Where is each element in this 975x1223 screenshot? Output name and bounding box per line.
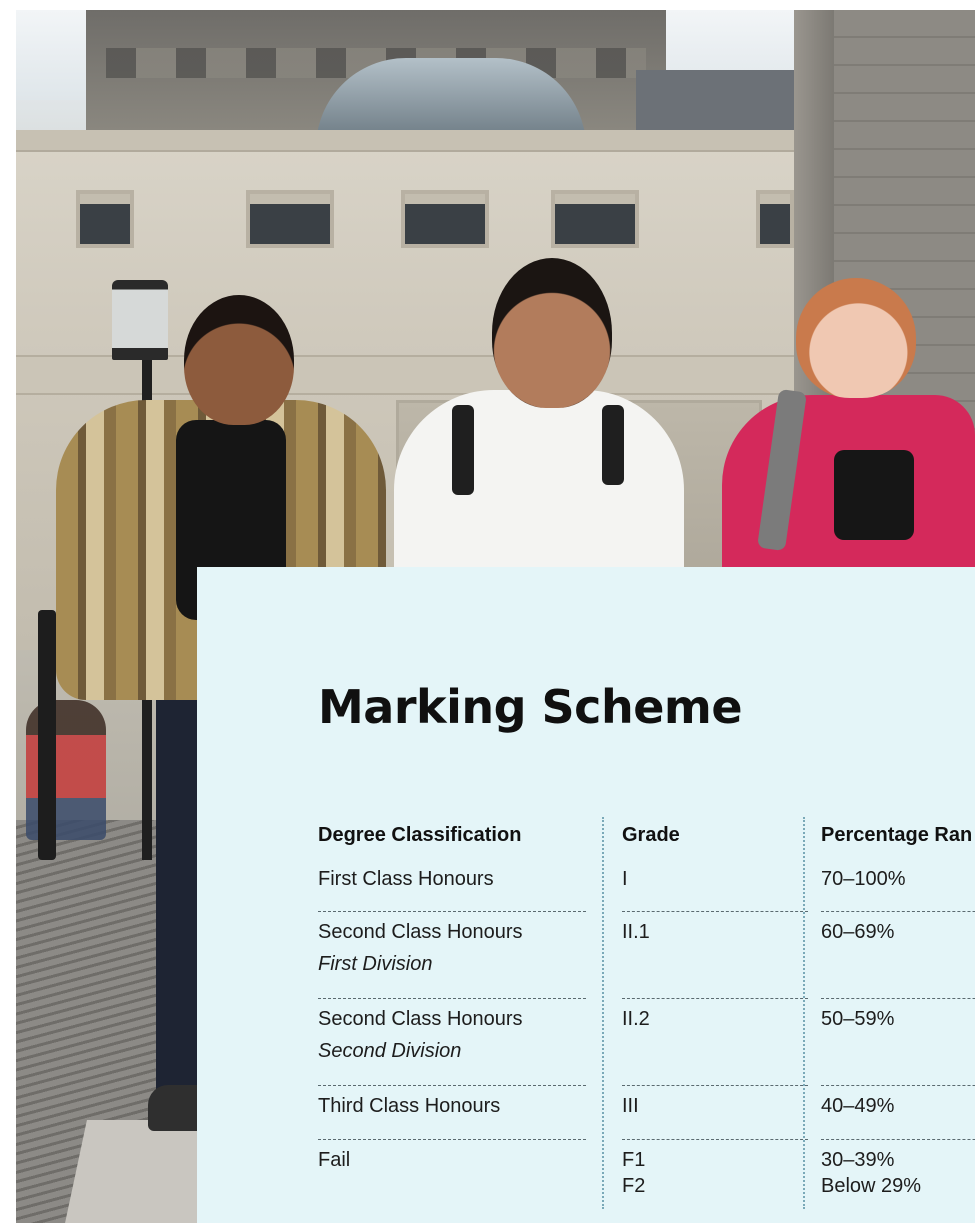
card-title: Marking Scheme bbox=[318, 680, 743, 734]
percentage-column: Percentage Ran 70–100% 60–69% 50–59% 40–… bbox=[803, 817, 975, 1209]
lamp-head bbox=[112, 280, 168, 360]
classification-header: Degree Classification bbox=[318, 824, 522, 846]
marking-scheme-card: Marking Scheme Degree Classification Fir… bbox=[197, 567, 975, 1223]
page: Marking Scheme Degree Classification Fir… bbox=[0, 0, 975, 1223]
table-cell: Third Class Honours bbox=[318, 1086, 586, 1140]
grade-column: Grade I II.1 II.2 III F1 F2 bbox=[602, 817, 808, 1209]
grade-header: Grade bbox=[622, 824, 680, 846]
table-cell: Second Class Honours First Division bbox=[318, 912, 586, 999]
student-1-head bbox=[184, 295, 294, 425]
table-cell: II.2 bbox=[622, 999, 808, 1086]
table-cell: 30–39% Below 29% bbox=[821, 1149, 922, 1197]
table-cell: 50–59% bbox=[821, 999, 975, 1086]
student-2-head bbox=[492, 258, 612, 408]
table-cell: 60–69% bbox=[821, 912, 975, 999]
table-cell: 40–49% bbox=[821, 1086, 975, 1140]
table-cell: III bbox=[622, 1086, 808, 1140]
student-2-tshirt bbox=[394, 390, 684, 590]
table-cell: I bbox=[622, 859, 808, 912]
percentage-header: Percentage Ran bbox=[821, 824, 973, 846]
bollard bbox=[38, 610, 56, 860]
classification-column: Degree Classification First Class Honour… bbox=[318, 817, 586, 1212]
table-cell: Fail bbox=[318, 1149, 351, 1171]
table-cell: F1 F2 bbox=[622, 1149, 646, 1197]
table-cell: 70–100% bbox=[821, 859, 975, 912]
background-roof bbox=[636, 70, 796, 130]
table-cell: First Class Honours bbox=[318, 859, 586, 912]
table-cell: Second Class Honours Second Division bbox=[318, 999, 586, 1086]
student-3-head bbox=[796, 278, 916, 398]
table-cell: II.1 bbox=[622, 912, 808, 999]
